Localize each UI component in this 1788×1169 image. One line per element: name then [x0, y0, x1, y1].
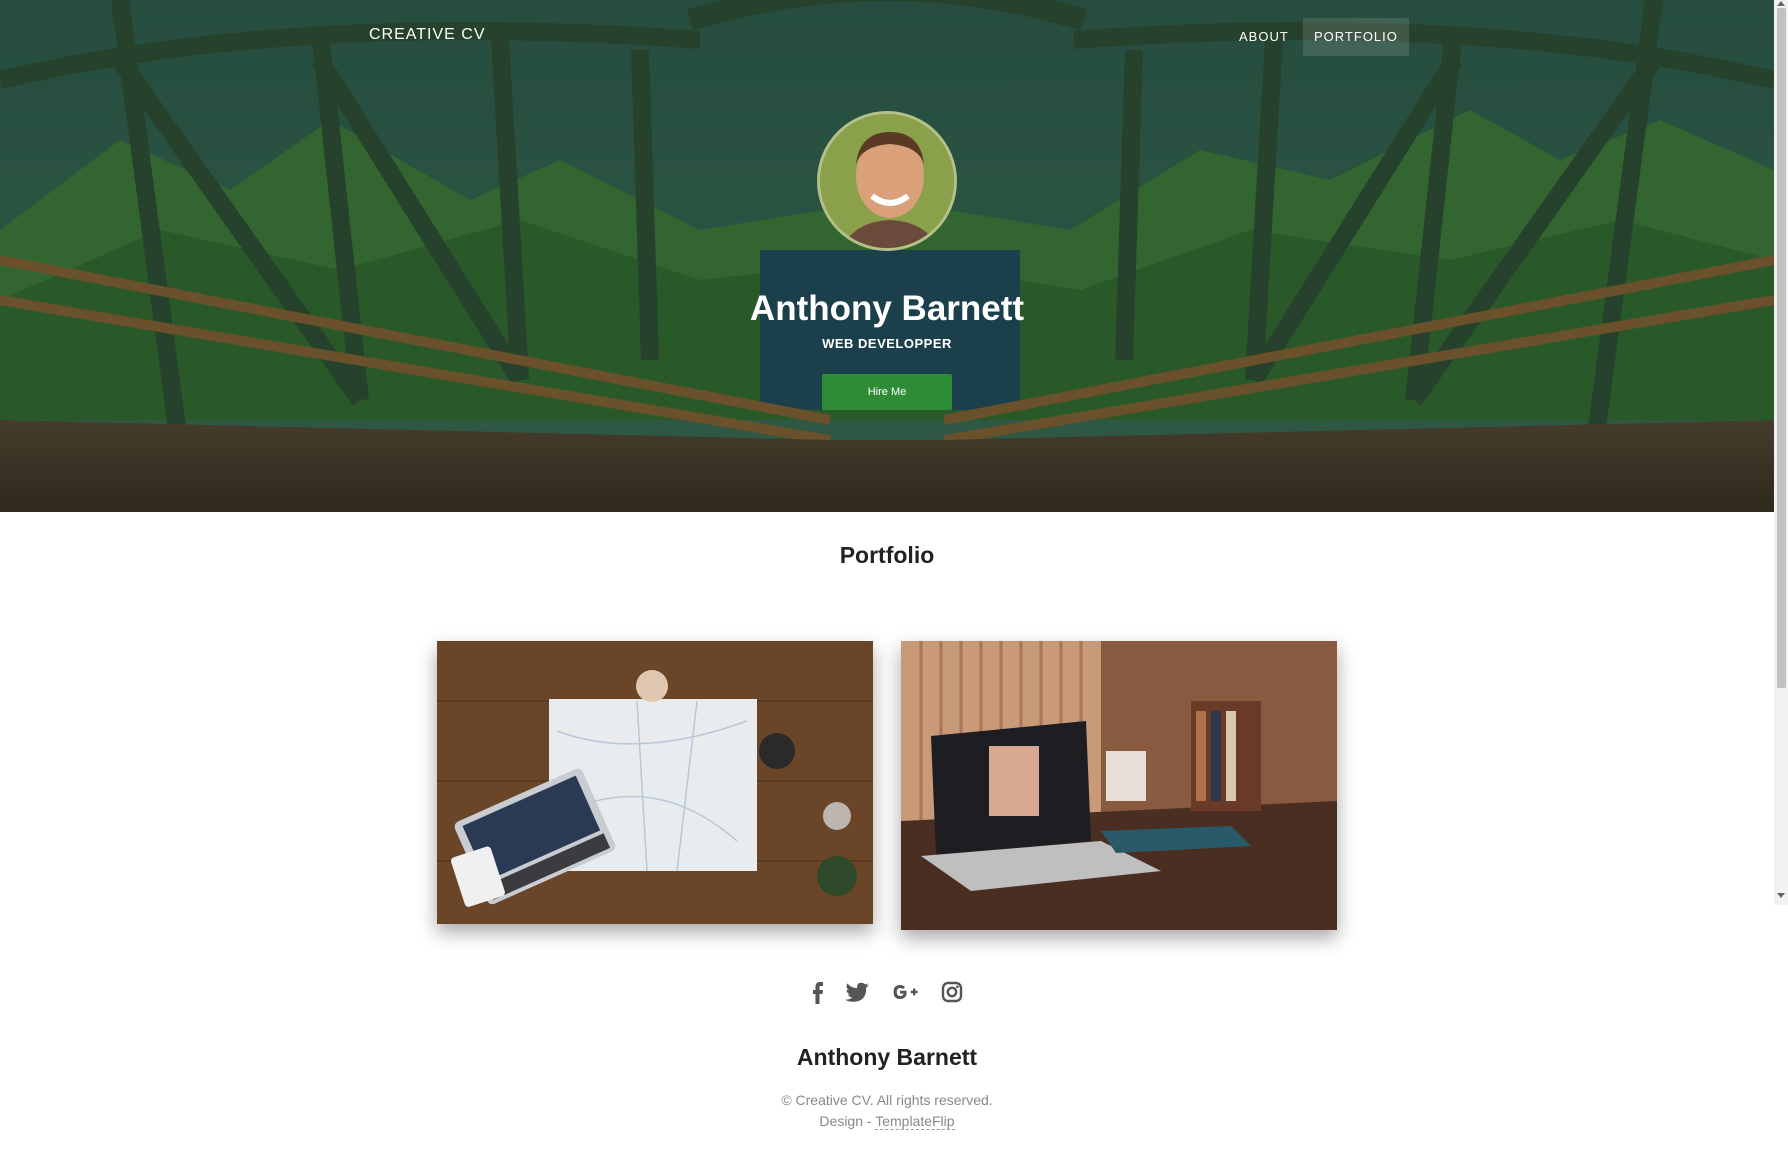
footer-name: Anthony Barnett — [796, 1044, 978, 1070]
twitter-icon[interactable] — [843, 977, 873, 1007]
laptop-desk-photo — [901, 641, 1337, 930]
navbar: CREATIVE CV ABOUT PORTFOLIO — [0, 0, 1774, 74]
portfolio-title: Portfolio — [839, 542, 935, 568]
google-plus-icon[interactable] — [889, 977, 919, 1007]
hero-overlay — [0, 0, 1774, 512]
nav-link-about[interactable]: ABOUT — [1228, 18, 1300, 56]
hero-section: CREATIVE CV ABOUT PORTFOLIO Anthony Barn… — [0, 0, 1774, 512]
portfolio-item-travel[interactable] — [437, 641, 873, 924]
hero-name: Anthony Barnett — [749, 289, 1025, 328]
scrollbar-thumb[interactable] — [1777, 8, 1786, 688]
footer-design-label: Design - — [819, 1113, 876, 1129]
portfolio-item-workspace[interactable] — [901, 641, 1337, 930]
scroll-up-arrow-icon[interactable] — [1777, 1, 1785, 6]
footer-copyright: © Creative CV. All rights reserved. — [781, 1092, 993, 1108]
scrollbar-gutter — [1774, 905, 1788, 1169]
nav-link-portfolio[interactable]: PORTFOLIO — [1303, 18, 1409, 56]
scroll-down-arrow-icon[interactable] — [1777, 893, 1785, 898]
page-scrollbar[interactable] — [1774, 0, 1788, 905]
brand-logo[interactable]: CREATIVE CV — [369, 26, 486, 44]
templateflip-link[interactable]: TemplateFlip — [875, 1113, 955, 1130]
facebook-icon[interactable] — [803, 977, 833, 1007]
footer-design-credit: Design - TemplateFlip — [0, 1113, 1774, 1130]
hero-role: WEB DEVELOPPER — [822, 336, 952, 351]
instagram-icon[interactable] — [937, 977, 967, 1007]
travel-map-desk-photo — [437, 641, 873, 924]
hire-me-button[interactable]: Hire Me — [822, 374, 952, 410]
profile-photo — [820, 114, 954, 248]
avatar — [817, 111, 957, 251]
